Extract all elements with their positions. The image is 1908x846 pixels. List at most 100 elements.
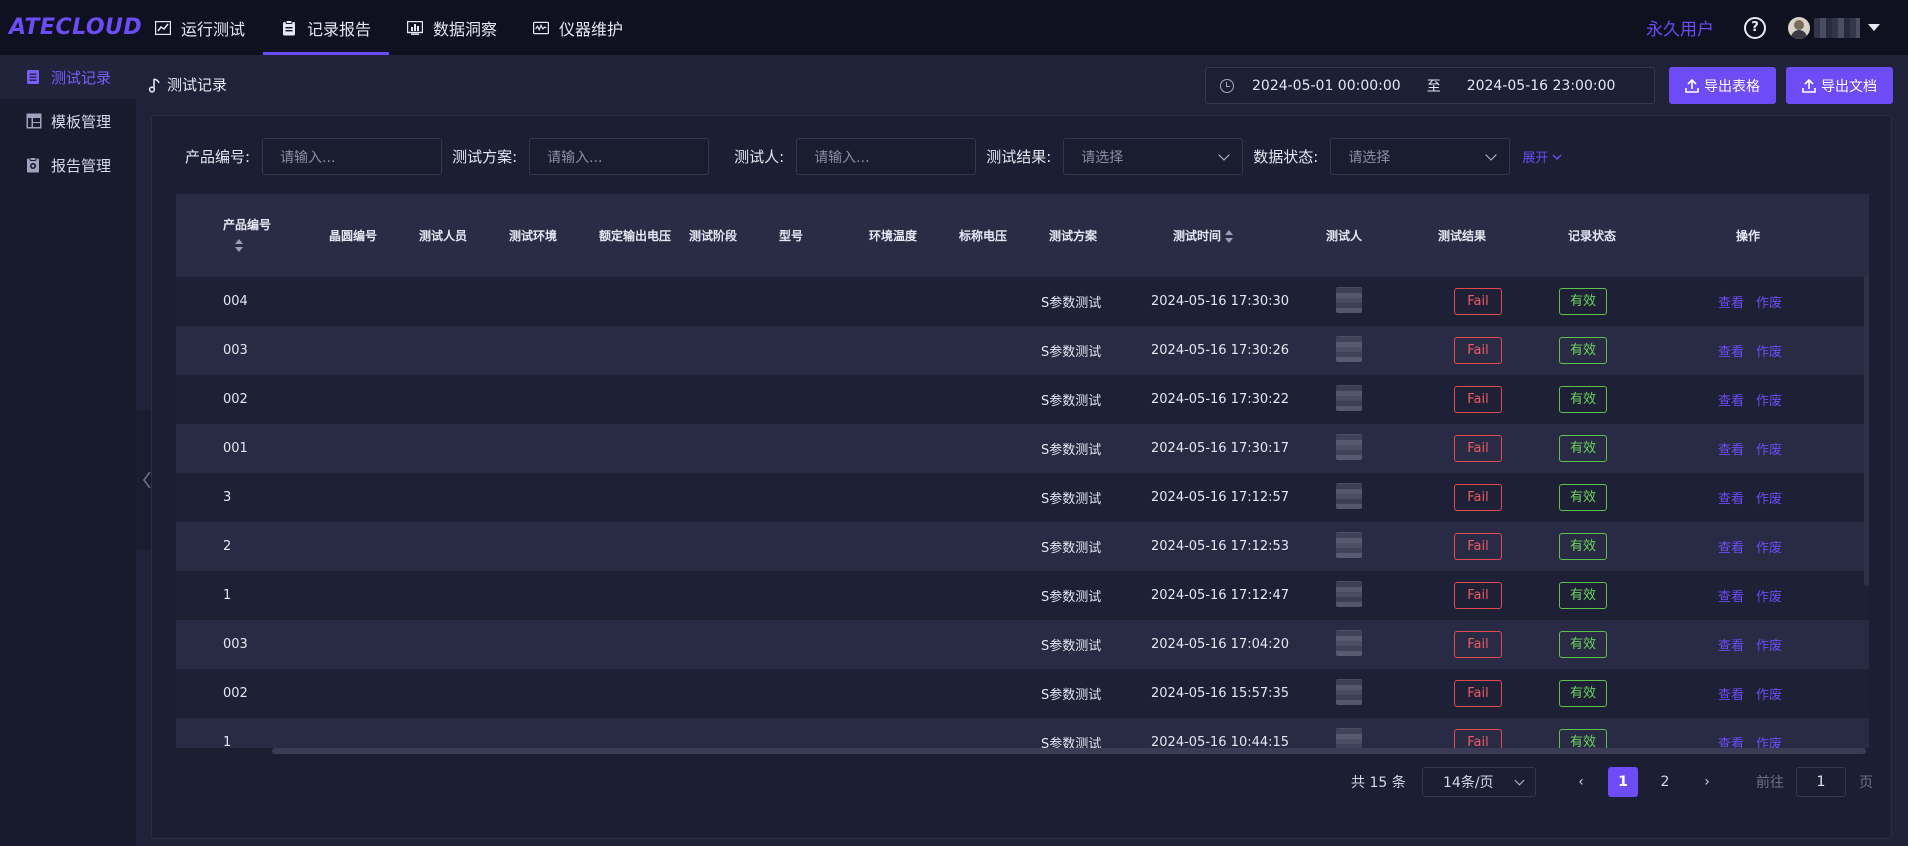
void-link[interactable]: 作废 bbox=[1756, 394, 1782, 409]
status-badge: 有效 bbox=[1559, 680, 1607, 707]
view-link[interactable]: 查看 bbox=[1718, 443, 1744, 458]
filter-bar: 产品编号: 请输入... 测试方案: 请输入... 测试人: 请输入... 测试… bbox=[152, 138, 1562, 175]
cell-plan: S参数测试 bbox=[1041, 345, 1102, 360]
chevron-down-icon[interactable] bbox=[1868, 24, 1880, 31]
cell-result: Fail bbox=[1428, 435, 1558, 462]
cell-ops: 查看 作废 bbox=[1718, 439, 1838, 458]
view-link[interactable]: 查看 bbox=[1718, 639, 1744, 654]
table-row[interactable]: 3 S参数测试 2024-05-16 17:12:57 Fail 有效 查看 作废 bbox=[176, 473, 1869, 522]
page-1-button[interactable]: 1 bbox=[1608, 767, 1638, 797]
table-row[interactable]: 003 S参数测试 2024-05-16 17:30:26 Fail 有效 查看 作废 bbox=[176, 326, 1869, 375]
vertical-scrollbar[interactable] bbox=[1864, 276, 1869, 586]
result-badge: Fail bbox=[1454, 729, 1502, 748]
table-row[interactable]: 002 S参数测试 2024-05-16 15:57:35 Fail 有效 查看 作废 bbox=[176, 669, 1869, 718]
view-link[interactable]: 查看 bbox=[1718, 296, 1744, 311]
void-link[interactable]: 作废 bbox=[1756, 590, 1782, 605]
help-icon[interactable]: ? bbox=[1744, 16, 1766, 39]
cell-product-no: 1 bbox=[223, 735, 232, 748]
user-type-label[interactable]: 永久用户 bbox=[1646, 15, 1714, 40]
col-stage: 测试阶段 bbox=[689, 229, 738, 243]
date-end[interactable]: 2024-05-16 23:00:00 bbox=[1467, 78, 1616, 94]
cell-result: Fail bbox=[1428, 386, 1558, 413]
export-table-button[interactable]: 导出表格 bbox=[1669, 67, 1776, 104]
upload-icon bbox=[1802, 78, 1816, 93]
sidebar-item-label: 测试记录 bbox=[51, 68, 112, 87]
cell-tester bbox=[1306, 286, 1428, 317]
cell-ops: 查看 作废 bbox=[1718, 733, 1838, 748]
data-status-select[interactable]: 请选择 bbox=[1330, 138, 1511, 175]
void-link[interactable]: 作废 bbox=[1756, 737, 1782, 748]
void-link[interactable]: 作废 bbox=[1756, 345, 1782, 360]
username-redacted bbox=[1814, 17, 1860, 38]
table-row[interactable]: 001 S参数测试 2024-05-16 17:30:17 Fail 有效 查看 作废 bbox=[176, 424, 1869, 473]
jump-prefix: 前往 bbox=[1756, 775, 1784, 791]
nav-data-insight[interactable]: 数据洞察 bbox=[389, 0, 515, 55]
cell-product-no: 002 bbox=[223, 392, 248, 407]
result-badge: Fail bbox=[1454, 680, 1502, 707]
sidebar-item-test-records[interactable]: 测试记录 bbox=[0, 55, 136, 99]
void-link[interactable]: 作废 bbox=[1756, 541, 1782, 556]
table-row[interactable]: 003 S参数测试 2024-05-16 17:04:20 Fail 有效 查看 作废 bbox=[176, 620, 1869, 669]
table-row[interactable]: 1 S参数测试 2024-05-16 10:44:15 Fail 有效 查看 作废 bbox=[176, 718, 1869, 748]
cell-plan: S参数测试 bbox=[1041, 688, 1102, 703]
cell-tester bbox=[1306, 433, 1428, 464]
filter-label-result: 测试结果: bbox=[986, 148, 1052, 166]
view-link[interactable]: 查看 bbox=[1718, 345, 1744, 360]
cell-tester bbox=[1306, 629, 1428, 660]
view-link[interactable]: 查看 bbox=[1718, 737, 1744, 748]
cell-product-no: 003 bbox=[223, 637, 248, 652]
test-plan-input[interactable]: 请输入... bbox=[529, 138, 710, 175]
view-link[interactable]: 查看 bbox=[1718, 590, 1744, 605]
void-link[interactable]: 作废 bbox=[1756, 688, 1782, 703]
cell-status: 有效 bbox=[1558, 582, 1718, 609]
user-area: 永久用户 ? bbox=[1646, 0, 1908, 55]
tester-redacted bbox=[1336, 629, 1362, 656]
page-2-button[interactable]: 2 bbox=[1650, 767, 1680, 797]
page-size-select[interactable]: 14条/页 bbox=[1422, 767, 1536, 797]
col-product-no[interactable]: 产品编号 bbox=[176, 217, 321, 254]
date-start[interactable]: 2024-05-01 00:00:00 bbox=[1252, 78, 1401, 94]
table-row[interactable]: 004 S参数测试 2024-05-16 17:30:30 Fail 有效 查看 作废 bbox=[176, 277, 1869, 326]
sidebar-item-template-management[interactable]: 模板管理 bbox=[0, 99, 136, 143]
void-link[interactable]: 作废 bbox=[1756, 492, 1782, 507]
cell-ops: 查看 作废 bbox=[1718, 586, 1838, 605]
table-row[interactable]: 1 S参数测试 2024-05-16 17:12:47 Fail 有效 查看 作废 bbox=[176, 571, 1869, 620]
cell-ops: 查看 作废 bbox=[1718, 341, 1838, 360]
tester-input[interactable]: 请输入... bbox=[796, 138, 977, 175]
date-range-picker[interactable]: 2024-05-01 00:00:00 至 2024-05-16 23:00:0… bbox=[1205, 67, 1655, 104]
table-row[interactable]: 2 S参数测试 2024-05-16 17:12:53 Fail 有效 查看 作废 bbox=[176, 522, 1869, 571]
product-no-input[interactable]: 请输入... bbox=[262, 138, 443, 175]
jump-page-input[interactable]: 1 bbox=[1796, 767, 1846, 797]
sidebar-item-report-management[interactable]: 报告管理 bbox=[0, 143, 136, 187]
nav-record-report[interactable]: 记录报告 bbox=[263, 0, 390, 55]
avatar[interactable] bbox=[1788, 16, 1810, 39]
col-time[interactable]: 测试时间 bbox=[1151, 227, 1306, 244]
cell-status: 有效 bbox=[1558, 680, 1718, 707]
void-link[interactable]: 作废 bbox=[1756, 443, 1782, 458]
status-badge: 有效 bbox=[1559, 337, 1607, 364]
test-result-select[interactable]: 请选择 bbox=[1063, 138, 1244, 175]
top-bar: ATECLOUD 运行测试 记录报告 数据洞察 仪器维护 永久用户 ? bbox=[0, 0, 1908, 55]
prev-page-button[interactable]: ‹ bbox=[1566, 767, 1596, 797]
sort-icon[interactable] bbox=[235, 239, 243, 252]
view-link[interactable]: 查看 bbox=[1718, 492, 1744, 507]
nav-run-test[interactable]: 运行测试 bbox=[135, 0, 263, 55]
sort-icon[interactable] bbox=[1225, 230, 1234, 243]
table-row[interactable]: 002 S参数测试 2024-05-16 17:30:22 Fail 有效 查看 作废 bbox=[176, 375, 1869, 424]
view-link[interactable]: 查看 bbox=[1718, 688, 1744, 703]
void-link[interactable]: 作废 bbox=[1756, 639, 1782, 654]
cell-plan: S参数测试 bbox=[1041, 443, 1102, 458]
horizontal-scrollbar[interactable] bbox=[272, 748, 1866, 754]
export-doc-button[interactable]: 导出文档 bbox=[1786, 67, 1893, 104]
result-badge: Fail bbox=[1454, 582, 1502, 609]
col-temp: 环境温度 bbox=[869, 229, 918, 243]
result-badge: Fail bbox=[1454, 288, 1502, 315]
view-link[interactable]: 查看 bbox=[1718, 394, 1744, 409]
void-link[interactable]: 作废 bbox=[1756, 296, 1782, 311]
cell-product-no: 001 bbox=[223, 441, 248, 456]
expand-filters-link[interactable]: 展开 bbox=[1522, 147, 1562, 166]
next-page-button[interactable]: › bbox=[1692, 767, 1722, 797]
view-link[interactable]: 查看 bbox=[1718, 541, 1744, 556]
export-doc-label: 导出文档 bbox=[1821, 78, 1877, 95]
nav-instrument-maintenance[interactable]: 仪器维护 bbox=[515, 0, 641, 55]
